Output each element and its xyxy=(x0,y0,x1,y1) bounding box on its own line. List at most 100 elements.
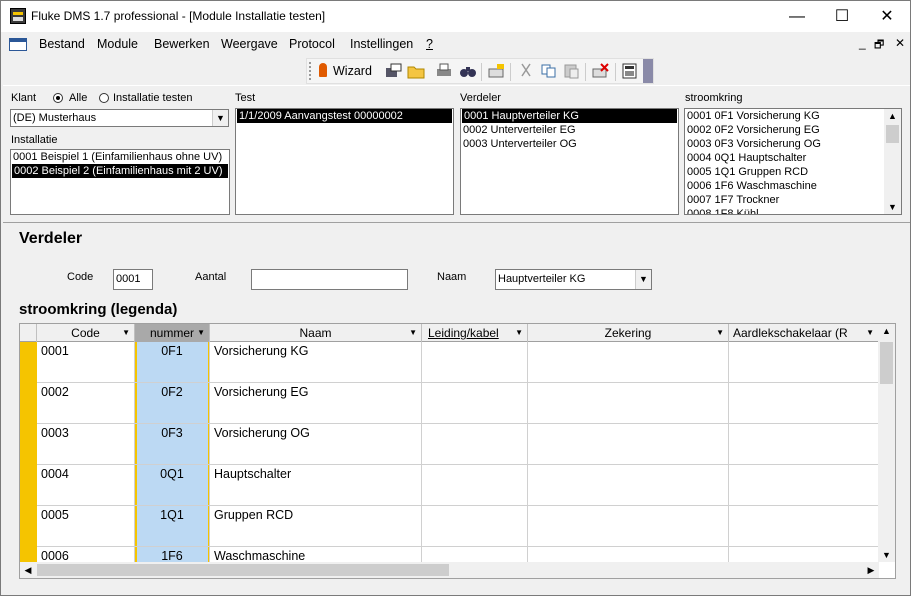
list-item[interactable]: 0002 0F2 Vorsicherung EG xyxy=(685,123,901,137)
paste-icon[interactable] xyxy=(563,63,581,79)
cell-zekering[interactable] xyxy=(528,424,729,465)
list-item[interactable]: 0007 1F7 Trockner xyxy=(685,193,901,207)
cell-zekering[interactable] xyxy=(528,506,729,547)
column-header-leiding[interactable]: Leiding/kabel ▼ xyxy=(422,324,528,342)
test-list[interactable]: 1/1/2009 Aanvangstest 00000002 xyxy=(235,108,454,215)
menu-protocol[interactable]: Protocol xyxy=(289,37,335,51)
scroll-thumb[interactable] xyxy=(886,125,899,143)
chevron-down-icon[interactable]: ▼ xyxy=(635,270,651,289)
grid-vertical-scrollbar[interactable]: ▲ ▼ xyxy=(878,324,895,562)
radio-alle[interactable] xyxy=(53,93,63,103)
toolbar-grip[interactable] xyxy=(309,62,311,80)
cell-code[interactable]: 0005 xyxy=(37,506,135,547)
grid-horizontal-scrollbar[interactable]: ◀ ▶ xyxy=(20,562,879,578)
app-icon[interactable] xyxy=(10,8,26,24)
scroll-up-icon[interactable]: ▲ xyxy=(878,324,895,338)
column-header-nummer[interactable]: nummer ▼ xyxy=(135,324,210,342)
mdi-restore-button[interactable]: 🗗 xyxy=(874,36,884,55)
close-button[interactable]: ✕ xyxy=(864,1,910,32)
menu-bestand[interactable]: Bestand xyxy=(39,37,85,51)
cell-aardlek[interactable] xyxy=(729,424,879,465)
cell-nummer[interactable]: 1Q1 xyxy=(135,506,210,547)
delete-record-icon[interactable] xyxy=(592,63,610,79)
cell-zekering[interactable] xyxy=(528,342,729,383)
stroomkring-scrollbar[interactable]: ▲ ▼ xyxy=(884,109,901,214)
scroll-up-icon[interactable]: ▲ xyxy=(884,109,901,123)
minimize-button[interactable]: — xyxy=(774,1,820,32)
table-row[interactable]: 0003 0F3 Vorsicherung OG xyxy=(37,424,879,465)
copy-icon[interactable] xyxy=(540,63,558,79)
cell-code[interactable]: 0002 xyxy=(37,383,135,424)
row-selector-column[interactable] xyxy=(20,342,37,572)
cell-leiding[interactable] xyxy=(422,383,528,424)
dropdown-arrow-icon[interactable]: ▼ xyxy=(409,324,417,342)
table-row[interactable]: 0004 0Q1 Hauptschalter xyxy=(37,465,879,506)
list-item-selected[interactable]: 0001 Hauptverteiler KG xyxy=(462,109,677,123)
list-item-selected[interactable]: 1/1/2009 Aanvangstest 00000002 xyxy=(237,109,452,123)
stroomkring-grid[interactable]: Code ▼ nummer ▼ Naam ▼ Leiding/kabel ▼ Zeker… xyxy=(19,323,896,579)
mdi-close-button[interactable]: ✕ xyxy=(895,36,905,50)
find-icon[interactable] xyxy=(459,63,477,79)
scroll-left-icon[interactable]: ◀ xyxy=(20,562,36,578)
maximize-button[interactable]: ☐ xyxy=(819,1,865,32)
mdi-minimize-button[interactable]: _ xyxy=(859,36,866,50)
column-header-code[interactable]: Code ▼ xyxy=(37,324,135,342)
stroomkring-list[interactable]: 0001 0F1 Vorsicherung KG 0002 0F2 Vorsic… xyxy=(684,108,902,215)
cell-naam[interactable]: Vorsicherung EG xyxy=(210,383,422,424)
toolbar-overflow-icon[interactable] xyxy=(643,59,653,83)
list-item[interactable]: 0006 1F6 Waschmaschine xyxy=(685,179,901,193)
menu-weergave[interactable]: Weergave xyxy=(221,37,278,51)
cell-naam[interactable]: Vorsicherung KG xyxy=(210,342,422,383)
scroll-thumb[interactable] xyxy=(880,342,893,384)
calculator-icon[interactable] xyxy=(621,63,639,79)
cell-naam[interactable]: Gruppen RCD xyxy=(210,506,422,547)
document-icon[interactable] xyxy=(9,38,27,51)
cell-leiding[interactable] xyxy=(422,465,528,506)
cell-code[interactable]: 0003 xyxy=(37,424,135,465)
cell-zekering[interactable] xyxy=(528,383,729,424)
verdeler-list[interactable]: 0001 Hauptverteiler KG 0002 Unterverteil… xyxy=(460,108,679,215)
list-item[interactable]: 0001 Beispiel 1 (Einfamilienhaus ohne UV… xyxy=(11,150,229,164)
scroll-right-icon[interactable]: ▶ xyxy=(863,562,879,578)
cell-code[interactable]: 0001 xyxy=(37,342,135,383)
aantal-field[interactable] xyxy=(251,269,408,290)
select-all-corner[interactable] xyxy=(20,324,37,342)
wizard-button[interactable]: Wizard xyxy=(319,63,372,78)
open-folder-icon[interactable] xyxy=(407,63,425,79)
cell-naam[interactable]: Vorsicherung OG xyxy=(210,424,422,465)
menu-bewerken[interactable]: Bewerken xyxy=(154,37,210,51)
naam-select[interactable]: Hauptverteiler KG ▼ xyxy=(495,269,652,290)
dropdown-arrow-icon[interactable]: ▼ xyxy=(515,324,523,342)
cell-aardlek[interactable] xyxy=(729,506,879,547)
cell-leiding[interactable] xyxy=(422,506,528,547)
dropdown-arrow-icon[interactable]: ▼ xyxy=(122,324,130,342)
print-icon[interactable] xyxy=(435,63,453,79)
table-row[interactable]: 0005 1Q1 Gruppen RCD xyxy=(37,506,879,547)
table-row[interactable]: 0001 0F1 Vorsicherung KG xyxy=(37,342,879,383)
code-field[interactable]: 0001 xyxy=(113,269,153,290)
menu-help[interactable]: ? xyxy=(426,37,433,51)
cell-code[interactable]: 0004 xyxy=(37,465,135,506)
column-header-zekering[interactable]: Zekering ▼ xyxy=(528,324,729,342)
menu-instellingen[interactable]: Instellingen xyxy=(350,37,413,51)
cell-naam[interactable]: Hauptschalter xyxy=(210,465,422,506)
new-record-icon[interactable] xyxy=(385,63,403,79)
list-item[interactable]: 0005 1Q1 Gruppen RCD xyxy=(685,165,901,179)
column-header-aardlek[interactable]: Aardlekschakelaar (R ▼ xyxy=(729,324,879,342)
column-header-naam[interactable]: Naam ▼ xyxy=(210,324,422,342)
cell-nummer[interactable]: 0F3 xyxy=(135,424,210,465)
cell-nummer[interactable]: 0F2 xyxy=(135,383,210,424)
dropdown-arrow-icon[interactable]: ▼ xyxy=(197,324,205,342)
scroll-down-icon[interactable]: ▼ xyxy=(878,548,895,562)
table-row[interactable]: 0002 0F2 Vorsicherung EG xyxy=(37,383,879,424)
cell-leiding[interactable] xyxy=(422,342,528,383)
dropdown-arrow-icon[interactable]: ▼ xyxy=(716,324,724,342)
list-item-selected[interactable]: 0002 Beispiel 2 (Einfamilienhaus mit 2 U… xyxy=(12,164,228,178)
cell-aardlek[interactable] xyxy=(729,383,879,424)
cut-icon[interactable] xyxy=(517,63,535,79)
cell-nummer[interactable]: 0Q1 xyxy=(135,465,210,506)
grid-scrollbar-track[interactable]: ▲ ▼ xyxy=(878,324,895,562)
cell-nummer[interactable]: 0F1 xyxy=(135,342,210,383)
list-item[interactable]: 0003 0F3 Vorsicherung OG xyxy=(685,137,901,151)
cell-leiding[interactable] xyxy=(422,424,528,465)
